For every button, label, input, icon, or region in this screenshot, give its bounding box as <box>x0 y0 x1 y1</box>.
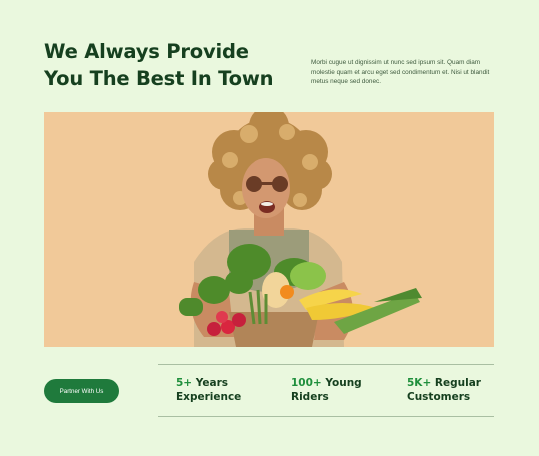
heading-line-1: We Always Provide <box>44 40 249 63</box>
stat-label-line2: Riders <box>291 391 329 403</box>
stat-years-experience: 5+ Years Experience <box>176 376 241 404</box>
stat-number: 5+ <box>176 377 193 389</box>
stat-number: 5K+ <box>407 377 432 389</box>
stat-label-line2: Customers <box>407 391 471 403</box>
stat-number: 100+ <box>291 377 322 389</box>
stat-young-riders: 100+ Young Riders <box>291 376 362 404</box>
stats-bar: 5+ Years Experience 100+ Young Riders 5K… <box>158 364 494 417</box>
partner-with-us-button[interactable]: Partner With Us <box>44 379 119 403</box>
stat-label-line1: Regular <box>434 377 481 389</box>
stat-regular-customers: 5K+ Regular Customers <box>407 376 481 404</box>
stat-label-line2: Experience <box>176 391 242 403</box>
stat-label-line1: Years <box>195 377 229 389</box>
heading-line-2: You The Best In Town <box>44 67 274 90</box>
stat-label-line1: Young <box>325 377 362 389</box>
hero-photo <box>44 112 494 347</box>
intro-paragraph: Morbi cugue ut dignissim ut nunc sed ips… <box>311 59 490 86</box>
section-heading: We Always Provide You The Best In Town <box>44 38 294 92</box>
